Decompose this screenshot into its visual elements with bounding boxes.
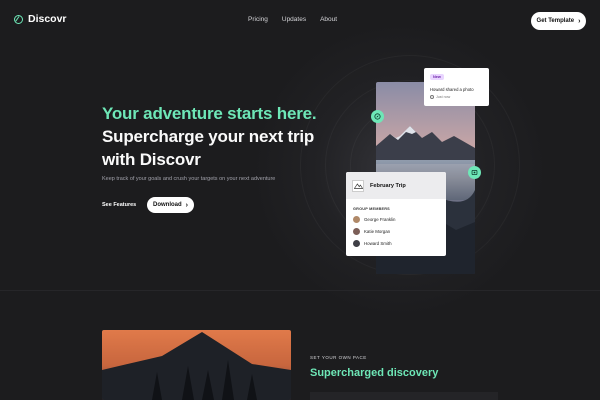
member-row[interactable]: Howard Smith <box>353 240 392 247</box>
trip-card[interactable]: February Trip GROUP MEMBERS George Frank… <box>346 172 446 256</box>
notification-time: Just now <box>430 95 450 99</box>
brand-logo[interactable]: Discovr <box>14 13 67 25</box>
see-features-link[interactable]: See Features <box>102 202 136 208</box>
compass-icon[interactable] <box>371 110 384 123</box>
hero-headline-accent: Your adventure starts here. <box>102 104 317 123</box>
nav-link-pricing[interactable]: Pricing <box>248 16 268 23</box>
feature-title: Supercharged discovery <box>310 367 439 379</box>
nav-links: Pricing Updates About <box>248 16 337 23</box>
chevron-right-icon: › <box>578 17 581 25</box>
forest-sunset-photo <box>102 330 291 400</box>
top-nav: Discovr Pricing Updates About Get Templa… <box>0 0 600 42</box>
member-name: George Franklin <box>364 217 396 222</box>
notification-time-label: Just now <box>436 95 451 99</box>
member-row[interactable]: George Franklin <box>353 216 395 223</box>
get-template-button[interactable]: Get Template › <box>531 12 586 30</box>
member-name: Howard Smith <box>364 241 392 246</box>
new-badge: New <box>430 74 444 81</box>
brand-name: Discovr <box>28 13 67 25</box>
member-name: Katie Morgan <box>364 229 391 234</box>
compass-icon <box>14 14 23 24</box>
trip-title: February Trip <box>370 182 406 189</box>
download-button[interactable]: Download › <box>147 197 194 213</box>
member-row[interactable]: Katie Morgan <box>353 228 390 235</box>
hero-headline-line2: Supercharge your next trip <box>102 127 315 146</box>
feature-eyebrow: SET YOUR OWN PACE <box>310 355 367 360</box>
hero-lead: Keep track of your goals and crush your … <box>102 176 276 182</box>
clock-icon <box>430 95 434 99</box>
notification-message: Howard shared a photo <box>430 87 474 92</box>
notification-card[interactable]: New Howard shared a photo Just now <box>424 68 489 106</box>
trip-card-header: February Trip <box>346 172 446 199</box>
hero-headline: Your adventure starts here. Supercharge … <box>102 102 317 171</box>
hero-headline-line3: with Discovr <box>102 150 201 169</box>
chevron-right-icon: › <box>185 201 188 209</box>
avatar <box>353 240 360 247</box>
mountain-icon <box>352 179 364 192</box>
avatar <box>353 228 360 235</box>
nav-link-about[interactable]: About <box>320 16 337 23</box>
photo-icon[interactable] <box>468 166 481 179</box>
avatar <box>353 216 360 223</box>
get-template-label: Get Template <box>536 18 575 24</box>
feature-preview-box <box>310 392 498 400</box>
nav-link-updates[interactable]: Updates <box>282 16 306 23</box>
section-divider <box>0 290 600 291</box>
download-label: Download <box>152 202 182 208</box>
group-members-label: GROUP MEMBERS <box>353 207 390 211</box>
